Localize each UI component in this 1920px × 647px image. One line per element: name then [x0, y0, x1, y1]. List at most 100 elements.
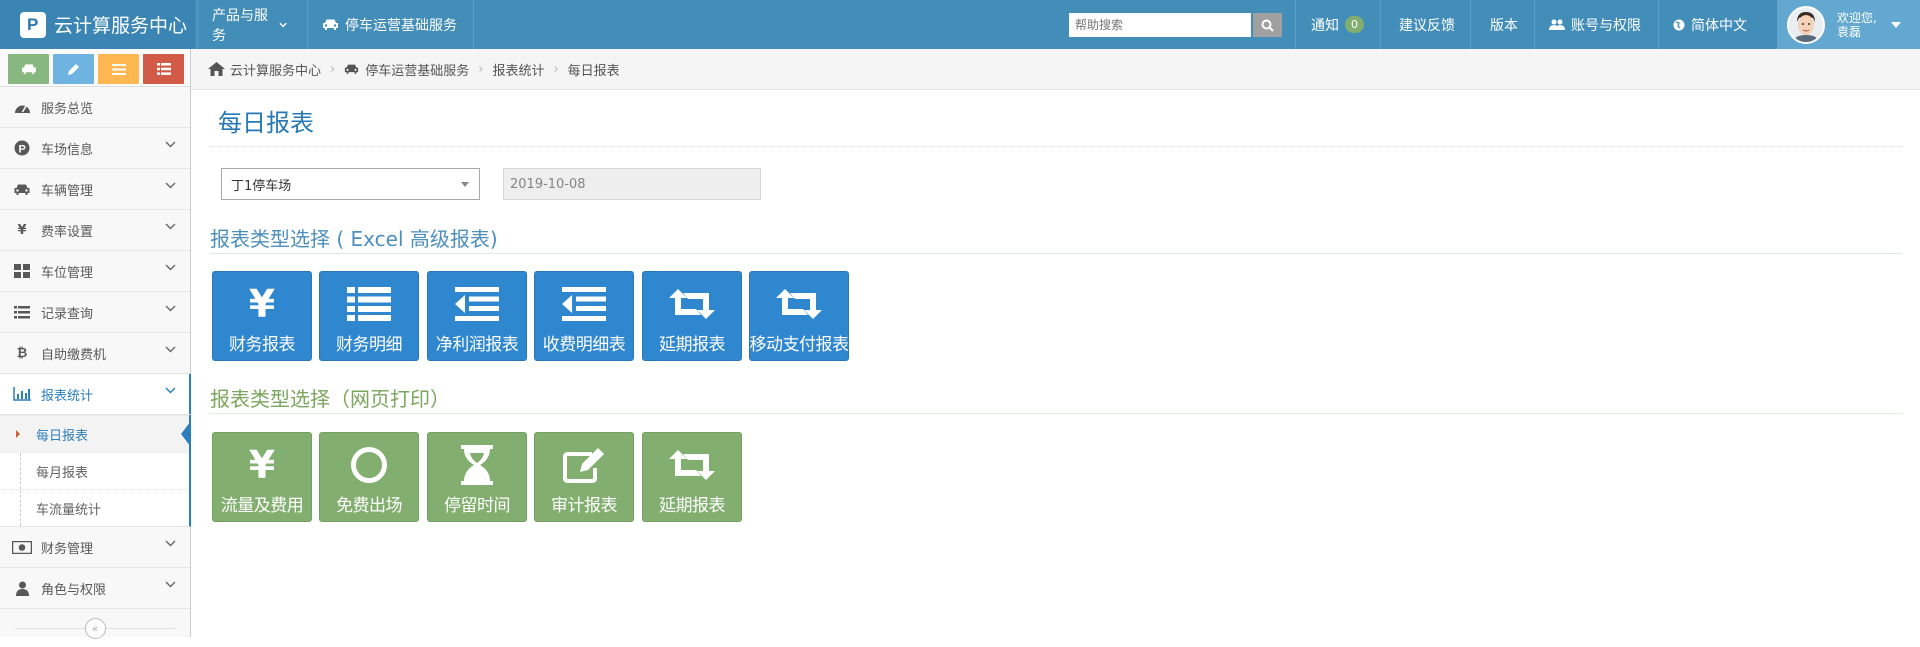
car-icon [345, 64, 359, 74]
chevron-down-icon [165, 346, 176, 353]
hourglass-icon [461, 445, 493, 485]
sidebar-item-roles[interactable]: 角色与权限 [0, 568, 190, 609]
report-button-label: 收费明细表 [542, 335, 626, 355]
sidebar-item-spaces[interactable]: 车位管理 [0, 251, 190, 292]
sidebar-item-overview[interactable]: 服务总览 [0, 87, 190, 128]
report-button-label: 免费出场 [336, 496, 403, 516]
sidebar-item-records[interactable]: 记录查询 [0, 292, 190, 333]
sidebar-item-label: 费率设置 [41, 224, 94, 240]
shortcut-edit-button[interactable] [53, 54, 94, 84]
service-menu[interactable]: 停车运营基础服务 [307, 0, 474, 49]
car-icon [11, 183, 33, 196]
search-button[interactable] [1253, 13, 1282, 37]
breadcrumb-current: 每日报表 [567, 63, 620, 79]
page-header: 每日报表 [208, 93, 1903, 147]
print-free-exit-button[interactable]: 免费出场 [319, 432, 419, 522]
excel-section-title: 报表类型选择 ( Excel 高级报表) [210, 227, 498, 251]
report-mobile-pay-button[interactable]: 移动支付报表 [749, 271, 849, 361]
breadcrumb-item[interactable]: 云计算服务中心 [230, 60, 321, 79]
users-icon [1549, 19, 1565, 30]
service-label: 停车运营基础服务 [345, 17, 457, 34]
report-net-profit-button[interactable]: 净利润报表 [427, 271, 527, 361]
circle-icon [350, 445, 388, 485]
feedback-link[interactable]: 建议反馈 [1380, 0, 1470, 49]
breadcrumb-item[interactable]: 报表统计 [492, 60, 544, 79]
brand-title: 云计算服务中心 [54, 15, 188, 37]
sidebar-item-label: 服务总览 [41, 101, 94, 117]
report-button-label: 延期报表 [659, 335, 726, 355]
indent-icon [562, 284, 606, 324]
sidebar-item-reports[interactable]: 报表统计 [0, 374, 191, 415]
submenu-item-traffic[interactable]: 车流量统计 [0, 489, 189, 526]
sidebar-item-rates[interactable]: ¥ 费率设置 [0, 210, 190, 251]
yen-icon: ¥ [248, 282, 276, 326]
submenu-item-monthly[interactable]: 每月报表 [0, 452, 189, 489]
language-label: 简体中文 [1691, 17, 1747, 34]
submenu-item-daily[interactable]: 每日报表 [0, 415, 191, 452]
notify-label: 通知 [1311, 17, 1339, 34]
report-fee-detail-button[interactable]: 收费明细表 [534, 271, 634, 361]
sidebar-item-label: 报表统计 [41, 388, 94, 404]
report-button-label: 净利润报表 [435, 335, 519, 355]
edit-icon [562, 445, 606, 485]
print-dwell-time-button[interactable]: 停留时间 [427, 432, 527, 522]
user-greeting: 欢迎您, 袁磊 [1837, 11, 1877, 39]
report-button-label: 财务报表 [229, 335, 296, 355]
parking-lot-select[interactable]: 丁1停车场 [221, 168, 480, 200]
user-icon [11, 581, 33, 596]
notify-button[interactable]: 通知 0 [1295, 0, 1380, 49]
breadcrumb-item[interactable]: 停车运营基础服务 [365, 60, 469, 79]
money-icon [11, 540, 33, 554]
report-financial-button[interactable]: ¥ 财务报表 [212, 271, 312, 361]
report-financial-detail-button[interactable]: 财务明细 [319, 271, 419, 361]
sidebar-item-label: 角色与权限 [41, 582, 107, 598]
sidebar-item-label: 自助缴费机 [41, 347, 107, 363]
brand[interactable]: 云计算服务中心 [0, 0, 195, 49]
print-traffic-fees-button[interactable]: ¥ 流量及费用 [212, 432, 312, 522]
sidebar-item-label: 记录查询 [41, 306, 94, 322]
car-icon [21, 64, 36, 75]
language-menu[interactable]: 简体中文 [1658, 0, 1777, 49]
welcome-text: 欢迎您, [1837, 10, 1877, 25]
retweet-icon [669, 284, 715, 324]
car-icon [323, 19, 338, 30]
home-icon [208, 62, 225, 76]
shortcut-car-button[interactable] [8, 54, 49, 84]
bitcoin-icon: ₿ [16, 346, 28, 361]
user-menu[interactable]: 欢迎您, 袁磊 [1777, 0, 1920, 49]
account-menu[interactable]: 账号与权限 [1534, 0, 1658, 49]
bar-chart-icon [11, 387, 33, 401]
sidebar-item-label: 车位管理 [41, 265, 94, 281]
sidebar-collapse: « [0, 609, 190, 647]
shortcut-list-button[interactable] [98, 54, 139, 84]
products-menu[interactable]: 产品与服务 [197, 0, 293, 49]
search-icon [1261, 19, 1274, 32]
help-search-input[interactable] [1069, 13, 1251, 37]
version-link[interactable]: 版本 [1470, 0, 1534, 49]
indent-icon [455, 284, 499, 324]
products-label: 产品与服务 [212, 7, 268, 44]
sidebar-item-lot-info[interactable]: P 车场信息 [0, 128, 190, 169]
chevron-down-icon [165, 581, 176, 588]
retweet-icon [669, 445, 715, 485]
top-navbar: 云计算服务中心 产品与服务 停车运营基础服务 通知 0 建议反馈 版本 账号与权… [0, 0, 1920, 49]
print-audit-button[interactable]: 审计报表 [534, 432, 634, 522]
date-field[interactable]: 2019-10-08 [503, 168, 761, 200]
report-extension-button[interactable]: 延期报表 [642, 271, 742, 361]
report-button-label: 停留时间 [444, 496, 511, 516]
collapse-sidebar-icon[interactable]: « [84, 617, 106, 639]
report-button-label: 移动支付报表 [749, 335, 850, 355]
print-extension-button[interactable]: 延期报表 [642, 432, 742, 522]
shortcut-records-button[interactable] [143, 54, 184, 84]
sidebar-item-vehicles[interactable]: 车辆管理 [0, 169, 190, 210]
chevron-down-icon [279, 22, 287, 27]
date-value: 2019-10-08 [510, 176, 586, 192]
submenu-item-label: 车流量统计 [36, 502, 102, 518]
reports-submenu: 每日报表 每月报表 车流量统计 [0, 415, 191, 527]
sidebar-item-finance[interactable]: 财务管理 [0, 527, 190, 568]
list-icon [111, 63, 126, 75]
sidebar-item-kiosk[interactable]: ₿ 自助缴费机 [0, 333, 190, 374]
avatar [1787, 5, 1825, 44]
list-icon [11, 305, 33, 319]
yen-icon: ¥ [17, 222, 27, 238]
